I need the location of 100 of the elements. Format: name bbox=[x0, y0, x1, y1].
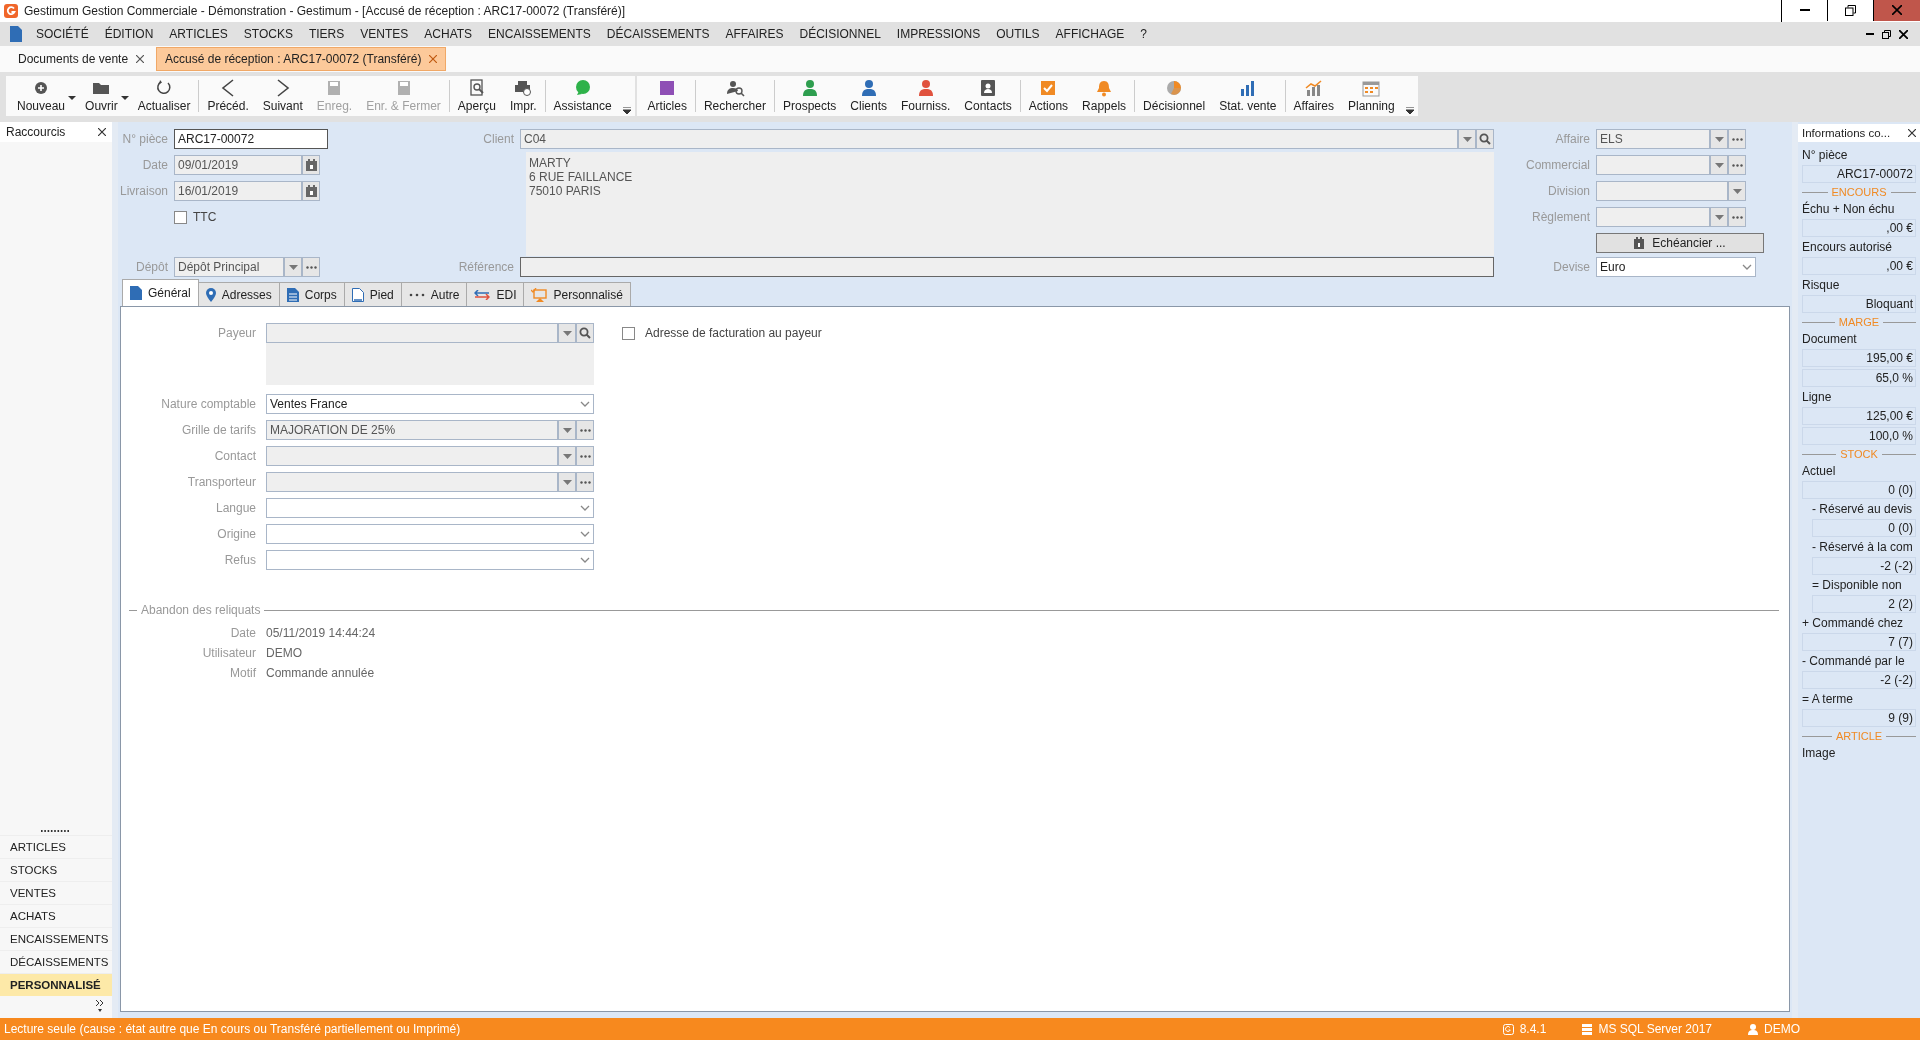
toolbar-button[interactable]: Actualiser bbox=[130, 76, 198, 116]
menu-item[interactable]: DÉCAISSEMENTS bbox=[598, 25, 718, 43]
tab[interactable]: Corps bbox=[278, 282, 345, 306]
tab[interactable]: Autre bbox=[400, 282, 468, 306]
input-field[interactable]: Ventes France bbox=[266, 394, 594, 414]
toolbar-button[interactable]: Clients bbox=[843, 76, 894, 116]
toolbar-button[interactable]: Prospects bbox=[775, 76, 844, 116]
dropdown-button[interactable] bbox=[1728, 181, 1746, 201]
toolbar-button[interactable]: Assistance bbox=[546, 76, 619, 116]
toolbar-button[interactable]: Nouveau bbox=[10, 76, 73, 116]
close-icon[interactable] bbox=[98, 128, 106, 136]
document-tab[interactable]: Accusé de réception : ARC17-00072 (Transféré) bbox=[156, 47, 447, 71]
calendar-button[interactable] bbox=[302, 181, 320, 201]
overflow-icon[interactable] bbox=[1405, 107, 1414, 114]
toolbar-button[interactable]: Articles bbox=[640, 76, 694, 116]
toolbar-button[interactable]: Ouvrir bbox=[78, 76, 125, 116]
tab[interactable]: EDI bbox=[466, 282, 525, 306]
input-field[interactable] bbox=[1596, 207, 1710, 227]
dropdown-button[interactable] bbox=[558, 472, 576, 492]
menu-item[interactable]: AFFAIRES bbox=[717, 25, 792, 43]
menu-item[interactable]: TIERS bbox=[300, 25, 353, 43]
input-field[interactable]: Euro bbox=[1596, 257, 1756, 277]
shortcut-item[interactable]: ARTICLES bbox=[0, 835, 112, 858]
overflow-icon[interactable] bbox=[622, 107, 631, 114]
close-icon[interactable] bbox=[1908, 129, 1916, 137]
checkbox[interactable] bbox=[622, 327, 635, 340]
menu-item[interactable]: SOCIÉTÉ bbox=[28, 25, 97, 43]
tab[interactable]: Pied bbox=[343, 282, 402, 306]
shortcut-item[interactable]: PERSONNALISÉ bbox=[0, 973, 112, 996]
search-button[interactable] bbox=[1476, 129, 1494, 149]
close-button[interactable] bbox=[1874, 0, 1920, 21]
input-field[interactable] bbox=[266, 498, 594, 518]
checkbox[interactable] bbox=[174, 210, 187, 224]
shortcut-item[interactable]: ACHATS bbox=[0, 904, 112, 927]
toolbar-button[interactable]: Planning bbox=[1341, 76, 1402, 116]
dropdown-button[interactable] bbox=[284, 257, 302, 277]
dropdown-button[interactable] bbox=[558, 420, 576, 440]
search-button[interactable] bbox=[576, 323, 594, 343]
toolbar-button[interactable]: Aperçu bbox=[450, 76, 503, 116]
input-field[interactable] bbox=[266, 524, 594, 544]
dropdown-button[interactable] bbox=[1458, 129, 1476, 149]
menu-item[interactable]: ACHATS bbox=[416, 25, 481, 43]
input-field[interactable] bbox=[266, 550, 594, 570]
close-icon[interactable] bbox=[136, 55, 145, 63]
more-button[interactable] bbox=[576, 420, 594, 440]
toolbar-button[interactable]: Actions bbox=[1021, 76, 1076, 116]
tab[interactable]: Adresses bbox=[197, 282, 280, 306]
menu-item[interactable]: VENTES bbox=[352, 25, 417, 43]
toolbar-button[interactable]: Stat. vente bbox=[1212, 76, 1284, 116]
toolbar-button[interactable]: Fourniss. bbox=[894, 76, 958, 116]
caret-icon[interactable] bbox=[68, 96, 77, 100]
shortcut-item[interactable]: VENTES bbox=[0, 881, 112, 904]
input-field[interactable] bbox=[1596, 155, 1710, 175]
tab[interactable]: Personnalisé bbox=[523, 282, 631, 306]
dropdown-button[interactable] bbox=[1710, 207, 1728, 227]
menu-item[interactable]: IMPRESSIONS bbox=[888, 25, 989, 43]
toolbar-button[interactable]: Contacts bbox=[957, 76, 1019, 116]
toolbar-button[interactable]: Affaires bbox=[1286, 76, 1341, 116]
more-button[interactable] bbox=[1728, 207, 1746, 227]
toolbar-button[interactable]: Rappels bbox=[1075, 76, 1134, 116]
menu-item[interactable]: ENCAISSEMENTS bbox=[480, 25, 599, 43]
schedule-button[interactable]: Echéancier ... bbox=[1596, 233, 1764, 253]
menu-item[interactable]: ? bbox=[1132, 25, 1155, 43]
toolbar-button[interactable]: Rechercher bbox=[696, 76, 773, 116]
caret-icon[interactable] bbox=[120, 96, 129, 100]
menu-item[interactable]: ARTICLES bbox=[161, 25, 236, 43]
input-field[interactable]: ARC17-00072 bbox=[174, 129, 328, 149]
dropdown-button[interactable] bbox=[558, 446, 576, 466]
menu-item[interactable]: DÉCISIONNEL bbox=[791, 25, 889, 43]
shortcut-item[interactable]: STOCKS bbox=[0, 858, 112, 881]
menu-item[interactable]: OUTILS bbox=[988, 25, 1048, 43]
menu-item[interactable]: AFFICHAGE bbox=[1047, 25, 1133, 43]
input-field[interactable]: ELS bbox=[1596, 129, 1710, 149]
toolbar-button[interactable]: Précéd. bbox=[200, 76, 256, 116]
dropdown-button[interactable] bbox=[1710, 129, 1728, 149]
input-field[interactable]: 16/01/2019 bbox=[174, 181, 302, 201]
more-button[interactable] bbox=[1728, 155, 1746, 175]
input-field[interactable]: Dépôt Principal bbox=[174, 257, 284, 277]
toolbar-button[interactable]: Impr. bbox=[502, 76, 544, 116]
document-tab[interactable]: Documents de vente bbox=[10, 48, 153, 70]
input-field[interactable] bbox=[520, 257, 1494, 277]
input-field[interactable] bbox=[1596, 181, 1728, 201]
input-field[interactable]: C04 bbox=[520, 129, 1458, 149]
more-button[interactable] bbox=[1728, 129, 1746, 149]
dropdown-button[interactable] bbox=[558, 323, 576, 343]
grip-icon[interactable] bbox=[41, 830, 71, 833]
menu-item[interactable]: ÉDITION bbox=[96, 25, 162, 43]
menu-item[interactable]: STOCKS bbox=[235, 25, 301, 43]
more-button[interactable] bbox=[576, 446, 594, 466]
more-button[interactable] bbox=[302, 257, 320, 277]
calendar-button[interactable] bbox=[302, 155, 320, 175]
toolbar-button[interactable]: Suivant bbox=[255, 76, 310, 116]
shortcut-item[interactable]: ENCAISSEMENTS bbox=[0, 927, 112, 950]
expand-icon[interactable] bbox=[96, 1000, 104, 1012]
more-button[interactable] bbox=[576, 472, 594, 492]
dropdown-button[interactable] bbox=[1710, 155, 1728, 175]
server-text: MS SQL Server 2017 bbox=[1598, 1022, 1712, 1036]
tab[interactable]: Général bbox=[122, 279, 199, 306]
input-field[interactable]: 09/01/2019 bbox=[174, 155, 302, 175]
toolbar-button[interactable]: Décisionnel bbox=[1136, 76, 1213, 116]
